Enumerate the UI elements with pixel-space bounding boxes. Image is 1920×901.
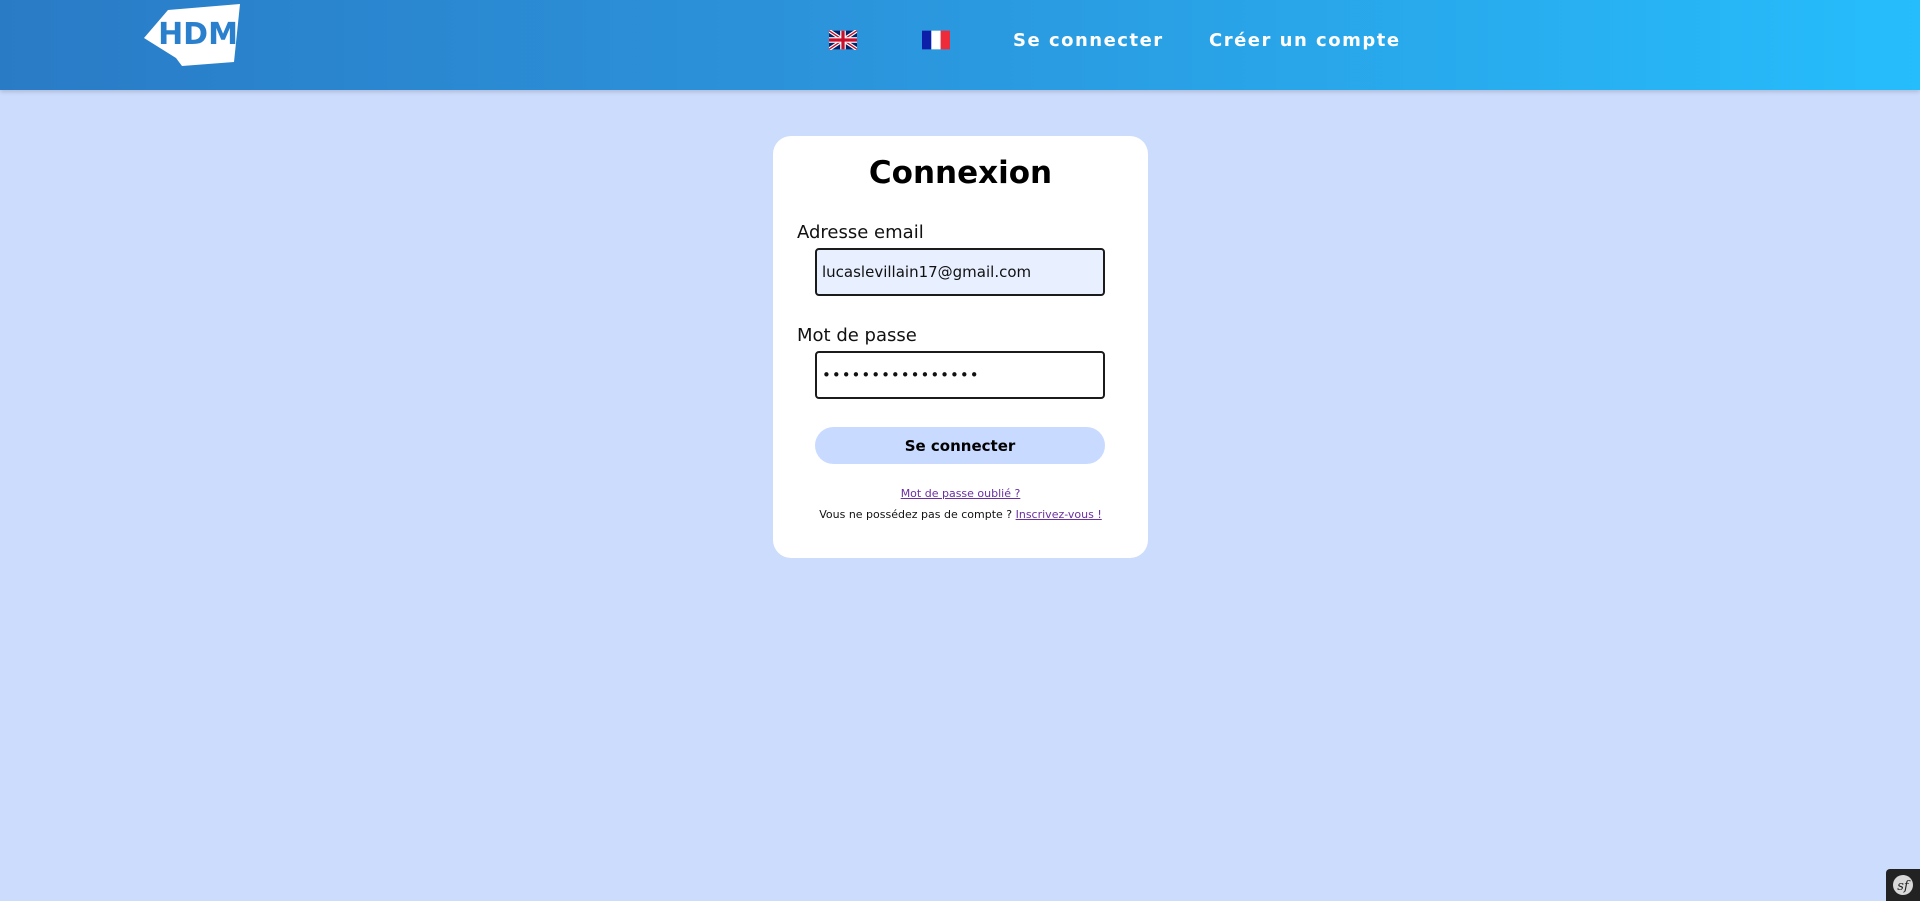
hdm-logo[interactable]: HDM bbox=[142, 0, 242, 70]
symfony-icon: sf bbox=[1893, 875, 1913, 895]
france-flag-icon bbox=[922, 30, 950, 50]
email-label: Adresse email bbox=[797, 222, 924, 243]
language-en-button[interactable] bbox=[829, 30, 857, 50]
password-field[interactable] bbox=[815, 351, 1105, 399]
site-header: HDM Se connecter Créer un compte bbox=[0, 0, 1920, 90]
svg-text:HDM: HDM bbox=[158, 17, 238, 52]
login-card: Connexion Adresse email Mot de passe Se … bbox=[773, 136, 1148, 558]
login-submit-button[interactable]: Se connecter bbox=[815, 427, 1105, 464]
page-title: Connexion bbox=[868, 155, 1053, 191]
hdm-logo-icon: HDM bbox=[144, 4, 240, 66]
language-fr-button[interactable] bbox=[922, 30, 950, 50]
signup-link[interactable]: Inscrivez-vous ! bbox=[1016, 508, 1102, 521]
uk-flag-icon bbox=[829, 30, 857, 50]
debug-toolbar-toggle[interactable]: sf bbox=[1886, 869, 1920, 901]
password-label: Mot de passe bbox=[797, 325, 917, 346]
forgot-password-link[interactable]: Mot de passe oublié ? bbox=[901, 487, 1021, 500]
no-account-text: Vous ne possédez pas de compte ? bbox=[819, 508, 1016, 521]
email-field[interactable] bbox=[815, 248, 1105, 296]
nav-register-link[interactable]: Créer un compte bbox=[1209, 30, 1401, 51]
forgot-password-row: Mot de passe oublié ? bbox=[773, 487, 1148, 500]
nav-login-link[interactable]: Se connecter bbox=[1013, 30, 1164, 51]
signup-row: Vous ne possédez pas de compte ? Inscriv… bbox=[773, 508, 1148, 521]
